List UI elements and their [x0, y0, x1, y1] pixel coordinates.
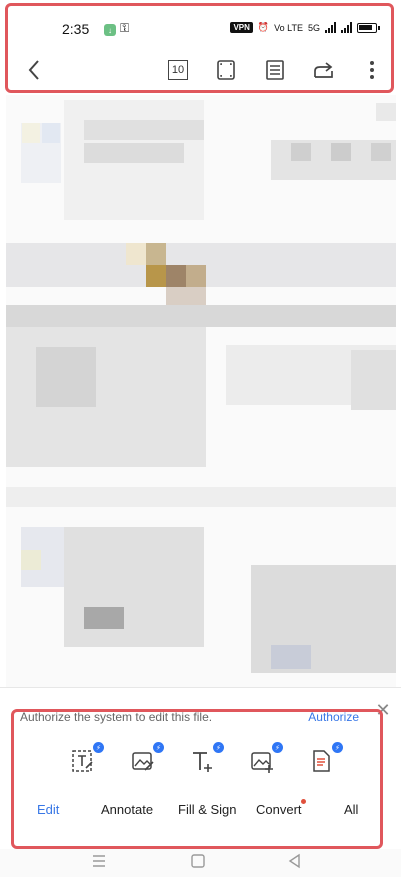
blurred-content [84, 607, 124, 629]
battery-icon [357, 22, 380, 33]
blurred-content [126, 243, 146, 265]
blurred-content [371, 143, 391, 161]
blurred-content [331, 143, 351, 161]
blurred-content [6, 305, 396, 327]
signal-strength-icon [325, 22, 336, 33]
convert-tool[interactable]: ⚡ [309, 742, 343, 776]
share-icon [314, 62, 333, 78]
signal-strength-2-icon [341, 22, 352, 33]
home-button[interactable] [188, 851, 208, 871]
premium-badge-icon: ⚡ [213, 742, 224, 753]
vpn-badge: VPN [230, 22, 253, 33]
more-vertical-icon [370, 61, 374, 79]
viewer-toolbar: 10 [8, 50, 391, 92]
system-navigation-bar [0, 849, 401, 877]
new-feature-dot [301, 799, 306, 804]
blurred-content [22, 123, 40, 143]
add-text-icon [193, 752, 212, 772]
edit-text-tool[interactable]: ⚡ [70, 742, 104, 776]
add-image-tool[interactable]: ⚡ [249, 742, 283, 776]
blurred-content [146, 265, 166, 287]
blurred-content [36, 347, 96, 407]
premium-badge-icon: ⚡ [93, 742, 104, 753]
document-page-view[interactable] [6, 95, 396, 687]
tool-icon-row: ⚡ ⚡ ⚡ ⚡ ⚡ [0, 742, 401, 780]
authorize-notice-text: Authorize the system to edit this file. [20, 710, 213, 724]
edit-image-tool[interactable]: ⚡ [130, 742, 164, 776]
tool-tabs: Edit Annotate Fill & Sign Convert All [0, 802, 401, 822]
blurred-content [42, 123, 60, 143]
recent-apps-button[interactable] [89, 851, 109, 871]
system-back-button[interactable] [285, 851, 305, 871]
reading-mode-button[interactable] [261, 56, 289, 84]
blurred-content [146, 243, 166, 265]
download-notification-icon: ↓ [104, 24, 116, 36]
edit-image-icon [132, 752, 154, 771]
blurred-content [84, 143, 184, 163]
tab-edit[interactable]: Edit [37, 802, 59, 817]
premium-badge-icon: ⚡ [332, 742, 343, 753]
premium-badge-icon: ⚡ [153, 742, 164, 753]
status-time: 2:35 [62, 21, 90, 37]
blurred-content [6, 487, 396, 507]
blurred-content [166, 265, 186, 287]
premium-badge-icon: ⚡ [272, 742, 283, 753]
volte-indicator: Vo LTE [274, 22, 303, 33]
authorize-link[interactable]: Authorize [308, 710, 359, 724]
network-type: 5G [307, 22, 320, 33]
menu-icon [93, 855, 105, 867]
add-image-icon [251, 752, 273, 773]
back-triangle-icon [288, 853, 300, 869]
page-number-icon: 10 [168, 60, 188, 80]
share-button[interactable] [310, 56, 338, 84]
tab-all[interactable]: All [344, 802, 358, 817]
edit-text-icon [72, 750, 93, 772]
blurred-content [186, 265, 206, 287]
key-icon: ⚿ [120, 21, 130, 35]
back-arrow-icon [28, 60, 39, 80]
blurred-content [84, 120, 204, 140]
blurred-content [64, 527, 204, 647]
tab-annotate[interactable]: Annotate [101, 802, 153, 817]
tab-fill-sign[interactable]: Fill & Sign [178, 802, 237, 817]
fullscreen-button[interactable] [212, 56, 240, 84]
home-square-icon [191, 854, 205, 868]
blurred-content [166, 287, 206, 307]
blurred-content [376, 103, 396, 121]
blurred-content [351, 350, 396, 410]
top-highlight-region: 2:35 ↓ ⚿ VPN ⏰ Vo LTE 5G 10 [5, 3, 394, 93]
pdf-convert-icon [313, 750, 330, 772]
status-indicators: VPN ⏰ Vo LTE 5G [230, 22, 380, 33]
tab-convert[interactable]: Convert [256, 802, 302, 817]
alarm-icon: ⏰ [257, 22, 270, 32]
reading-mode-icon [266, 60, 284, 80]
blurred-content [291, 143, 311, 161]
page-number-button[interactable]: 10 [164, 56, 192, 84]
fullscreen-icon [217, 60, 235, 80]
blurred-content [271, 645, 311, 669]
blurred-content [21, 550, 41, 570]
add-text-tool[interactable]: ⚡ [190, 742, 224, 776]
more-options-button[interactable] [358, 56, 386, 84]
status-bar: 2:35 ↓ ⚿ VPN ⏰ Vo LTE 5G [8, 6, 391, 50]
back-button[interactable] [20, 56, 48, 84]
